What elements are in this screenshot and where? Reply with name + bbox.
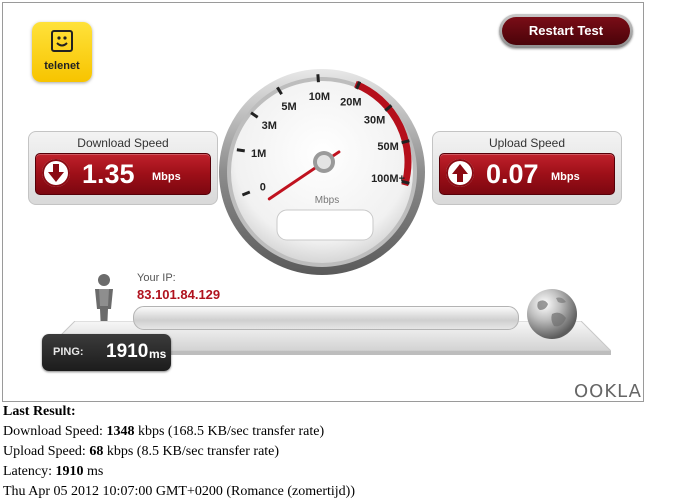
last-result-text: Last Result: Download Speed: 1348 kbps (… bbox=[3, 402, 355, 502]
download-speed-title: Download Speed bbox=[77, 136, 169, 150]
latency-result-suffix: ms bbox=[83, 464, 104, 479]
gauge-tick-mark bbox=[401, 139, 410, 145]
speedtest-panel: telenet Restart Test Download Speed 1.35… bbox=[2, 2, 644, 402]
gauge-tick-label-50m: 50M bbox=[377, 141, 398, 153]
upload-result-line: Upload Speed: 68 kbps (8.5 KB/sec transf… bbox=[3, 442, 355, 462]
globe-icon bbox=[527, 289, 577, 339]
upload-speed-value: 0.07 bbox=[486, 159, 539, 189]
gauge-tick-label-30m: 30M bbox=[364, 115, 385, 127]
upload-speed-box: Upload Speed 0.07 Mbps bbox=[432, 131, 622, 205]
ookla-logo: OOKLA bbox=[574, 381, 642, 402]
download-speed-bar: 1.35 Mbps bbox=[35, 153, 211, 195]
gauge-hub-cap bbox=[317, 155, 331, 169]
ping-label: PING: bbox=[53, 346, 84, 358]
upload-speed-title: Upload Speed bbox=[488, 136, 566, 150]
gauge-tick-mark bbox=[236, 148, 245, 153]
arrow-down-icon bbox=[42, 159, 70, 187]
upload-result-suffix: kbps (8.5 KB/sec transfer rate) bbox=[103, 444, 280, 459]
restart-test-label: Restart Test bbox=[502, 17, 630, 45]
download-result-prefix: Download Speed: bbox=[3, 424, 107, 439]
upload-speed-bar: 0.07 Mbps bbox=[439, 153, 615, 195]
upload-speed-unit: Mbps bbox=[551, 171, 580, 183]
gauge-tick-label-3m: 3M bbox=[262, 120, 277, 132]
download-result-suffix: kbps (168.5 KB/sec transfer rate) bbox=[134, 424, 325, 439]
latency-result-line: Latency: 1910 ms bbox=[3, 462, 355, 482]
gauge-tick-mark bbox=[316, 74, 320, 83]
download-speed-value: 1.35 bbox=[82, 159, 135, 189]
latency-result-prefix: Latency: bbox=[3, 464, 56, 479]
download-result-value: 1348 bbox=[106, 424, 135, 439]
gauge-tick-label-5m: 5M bbox=[281, 101, 296, 113]
gauge-tick-label-0: 0 bbox=[260, 182, 266, 194]
download-speed-box: Download Speed 1.35 Mbps bbox=[28, 131, 218, 205]
gauge-tick-label-1m: 1M bbox=[251, 148, 266, 160]
ping-unit: ms bbox=[149, 347, 167, 361]
progress-track bbox=[133, 306, 519, 330]
ping-value: 1910 bbox=[106, 341, 149, 362]
arrow-up-icon bbox=[446, 159, 474, 187]
gauge-tick-label-20m: 20M bbox=[340, 97, 361, 109]
telenet-logo: telenet bbox=[32, 22, 92, 82]
download-speed-unit: Mbps bbox=[152, 171, 181, 183]
upload-result-prefix: Upload Speed: bbox=[3, 444, 90, 459]
last-result-heading: Last Result: bbox=[3, 404, 76, 419]
latency-result-value: 1910 bbox=[55, 464, 84, 479]
upload-result-value: 68 bbox=[89, 444, 104, 459]
ping-box: PING: 1910 ms bbox=[42, 334, 171, 371]
gauge-tick-label-100m: 100M+ bbox=[371, 173, 405, 185]
ip-value: 83.101.84.129 bbox=[137, 287, 221, 302]
logo-text: telenet bbox=[44, 60, 80, 72]
speed-gauge: 0 1M 3M 5M 10M 20M 30M 50M 100M+ Mbps bbox=[219, 69, 425, 275]
smiley-icon bbox=[51, 30, 73, 52]
gauge-tick-label-10m: 10M bbox=[309, 91, 330, 103]
result-timestamp: Thu Apr 05 2012 10:07:00 GMT+0200 (Roman… bbox=[3, 484, 356, 499]
gauge-unit-label: Mbps bbox=[315, 195, 339, 206]
ip-label: Your IP: bbox=[137, 272, 176, 284]
gauge-readout-window bbox=[276, 209, 374, 241]
restart-test-button[interactable]: Restart Test bbox=[499, 14, 633, 48]
download-result-line: Download Speed: 1348 kbps (168.5 KB/sec … bbox=[3, 422, 355, 442]
